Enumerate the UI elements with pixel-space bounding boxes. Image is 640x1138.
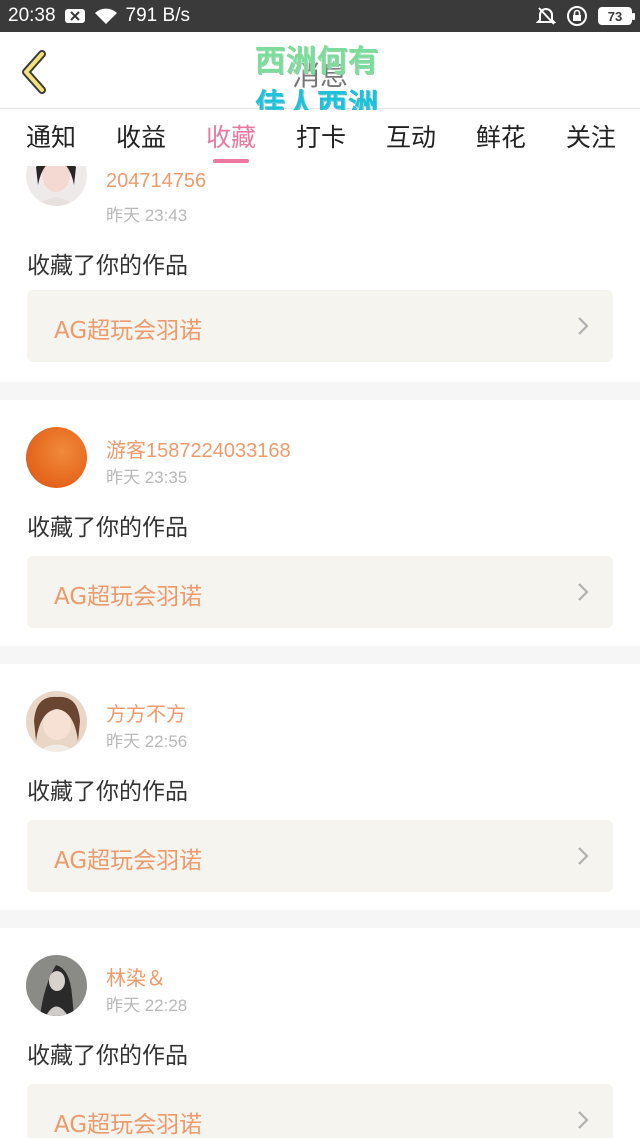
work-link[interactable]: AG超玩会羽诺 xyxy=(27,1084,613,1138)
sender-name[interactable]: 林染＆ xyxy=(106,962,166,991)
avatar[interactable] xyxy=(26,955,87,1016)
message-time: 昨天 22:56 xyxy=(106,732,188,751)
watermark-line-1: 西洲何有 xyxy=(255,44,379,79)
notification-x-icon xyxy=(64,8,86,24)
chevron-right-icon xyxy=(578,847,589,865)
battery-indicator: 73 xyxy=(598,7,635,25)
action-text: 收藏了你的作品 xyxy=(27,779,188,805)
message-time: 昨天 22:28 xyxy=(106,996,188,1015)
tab-interaction[interactable]: 互动 xyxy=(386,110,436,166)
sender-name[interactable]: 游客1587224033168 xyxy=(106,434,291,463)
tab-follow[interactable]: 关注 xyxy=(566,110,616,166)
avatar[interactable] xyxy=(26,166,87,206)
list-item: 方方不方 昨天 22:56 收藏了你的作品 AG超玩会羽诺 xyxy=(0,664,640,928)
list-item: 204714756 昨天 23:43 收藏了你的作品 AG超玩会羽诺 xyxy=(0,166,640,382)
nav-header: 消息 西洲何有 佳人西洲 xyxy=(0,32,640,123)
chevron-right-icon xyxy=(578,583,589,601)
active-tab-indicator xyxy=(212,159,249,163)
tab-flowers[interactable]: 鲜花 xyxy=(476,110,526,166)
message-time: 昨天 23:35 xyxy=(106,468,188,487)
list-item: 游客1587224033168 昨天 23:35 收藏了你的作品 AG超玩会羽诺 xyxy=(0,400,640,664)
divider xyxy=(0,646,640,664)
work-link[interactable]: AG超玩会羽诺 xyxy=(27,556,613,628)
divider xyxy=(0,382,640,400)
tab-favorites[interactable]: 收藏 xyxy=(206,110,256,166)
tab-checkin[interactable]: 打卡 xyxy=(296,110,346,166)
message-time: 昨天 23:43 xyxy=(106,206,188,225)
tab-income[interactable]: 收益 xyxy=(116,110,166,166)
status-time: 20:38 xyxy=(8,5,56,26)
wifi-icon xyxy=(94,7,118,25)
network-speed: 791 B/s xyxy=(125,5,190,26)
lock-rotation-icon xyxy=(566,5,588,27)
sender-name[interactable]: 方方不方 xyxy=(106,698,186,727)
avatar[interactable] xyxy=(26,427,87,488)
message-tabs: 通知 收益 收藏 打卡 互动 鲜花 关注 xyxy=(0,110,640,166)
divider xyxy=(0,910,640,928)
action-text: 收藏了你的作品 xyxy=(27,515,188,541)
mute-bell-icon xyxy=(536,6,556,26)
sender-name[interactable]: 204714756 xyxy=(106,170,206,193)
work-link[interactable]: AG超玩会羽诺 xyxy=(27,820,613,892)
tab-notify[interactable]: 通知 xyxy=(26,110,76,166)
app-screen: 20:38 791 B/s 73 消息 西洲何有 佳人西洲 通知 收益 收藏 打… xyxy=(0,0,640,1138)
work-title: AG超玩会羽诺 xyxy=(54,318,203,344)
action-text: 收藏了你的作品 xyxy=(27,253,188,279)
work-title: AG超玩会羽诺 xyxy=(54,584,203,610)
message-list[interactable]: 204714756 昨天 23:43 收藏了你的作品 AG超玩会羽诺 游客158… xyxy=(0,166,640,1138)
action-text: 收藏了你的作品 xyxy=(27,1043,188,1069)
work-title: AG超玩会羽诺 xyxy=(54,848,203,874)
avatar[interactable] xyxy=(26,691,87,752)
work-link[interactable]: AG超玩会羽诺 xyxy=(27,290,613,362)
chevron-right-icon xyxy=(578,1111,589,1129)
work-title: AG超玩会羽诺 xyxy=(54,1112,203,1138)
list-item: 林染＆ 昨天 22:28 收藏了你的作品 AG超玩会羽诺 xyxy=(0,928,640,1138)
status-bar: 20:38 791 B/s 73 xyxy=(0,0,640,32)
chevron-right-icon xyxy=(578,317,589,335)
